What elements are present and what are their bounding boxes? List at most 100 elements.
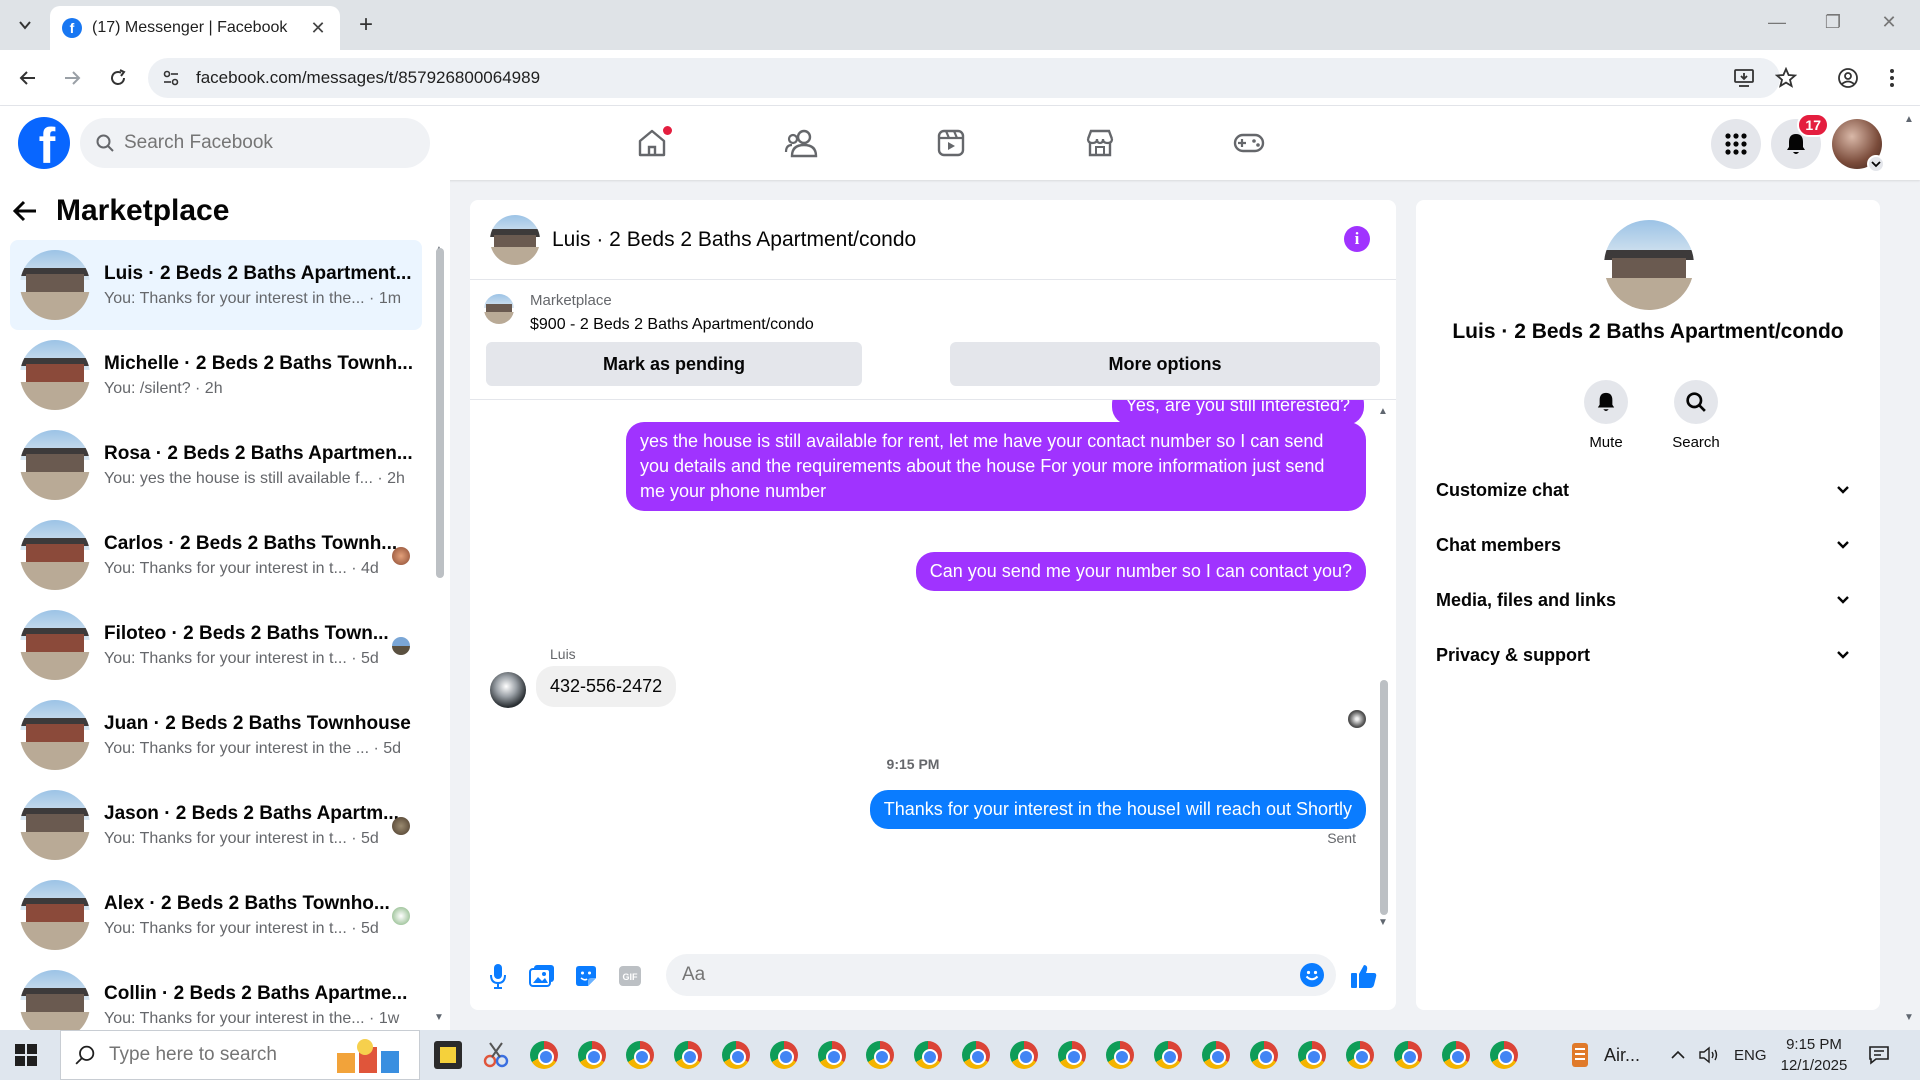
- conversation-item-filoteo[interactable]: Filoteo · 2 Beds 2 Baths Town... You: Tha…: [10, 600, 422, 690]
- chrome-taskbar-icon[interactable]: [530, 1041, 558, 1069]
- message-input-wrapper[interactable]: [666, 954, 1336, 996]
- chrome-taskbar-icon[interactable]: [962, 1041, 990, 1069]
- taskbar-search[interactable]: [60, 1030, 420, 1080]
- section-privacy-support[interactable]: Privacy & support: [1436, 633, 1860, 677]
- restore-icon[interactable]: ❐: [1818, 12, 1848, 33]
- new-tab-button[interactable]: +: [352, 12, 380, 38]
- windows-start-icon[interactable]: [14, 1043, 38, 1067]
- details-listing-photo[interactable]: [1604, 220, 1694, 310]
- nav-gaming[interactable]: [1194, 120, 1304, 166]
- volume-icon[interactable]: [1698, 1030, 1720, 1080]
- back-button[interactable]: [14, 64, 42, 92]
- bookmark-star-icon[interactable]: [1772, 58, 1800, 98]
- conversation-item-alex[interactable]: Alex · 2 Beds 2 Baths Townho... You: Than…: [10, 870, 422, 960]
- nav-video[interactable]: [896, 120, 1006, 166]
- chrome-taskbar-icon[interactable]: [722, 1041, 750, 1069]
- chrome-taskbar-icon[interactable]: [1298, 1041, 1326, 1069]
- scroll-up-arrow-icon[interactable]: ▲: [1378, 406, 1388, 417]
- scroll-down-arrow-icon[interactable]: ▼: [434, 1012, 444, 1023]
- conversation-name: Juan · 2 Beds 2 Baths Townhouse: [104, 712, 411, 734]
- chat-listing-thumbnail[interactable]: [490, 214, 540, 265]
- menu-button[interactable]: [1711, 119, 1761, 169]
- weather-widget[interactable]: Air...: [1568, 1030, 1640, 1080]
- sticker-icon[interactable]: [572, 962, 600, 990]
- search-in-chat-button[interactable]: Search: [1656, 380, 1736, 451]
- conversation-item-juan[interactable]: Juan · 2 Beds 2 Baths Townhouse You: Than…: [10, 690, 422, 780]
- gif-icon[interactable]: GIF: [616, 962, 644, 990]
- nav-marketplace[interactable]: [1045, 120, 1155, 166]
- back-arrow-icon[interactable]: [12, 199, 38, 223]
- notifications-button[interactable]: 17: [1771, 113, 1829, 169]
- section-chat-members[interactable]: Chat members: [1436, 523, 1860, 567]
- sender-avatar[interactable]: [490, 672, 526, 708]
- forward-button[interactable]: [58, 64, 86, 92]
- chat-scrollbar[interactable]: [1380, 680, 1388, 915]
- chrome-taskbar-icon[interactable]: [1394, 1041, 1422, 1069]
- page-scroll-up-arrow-icon[interactable]: ▲: [1904, 114, 1914, 125]
- taskbar-clock[interactable]: 9:15 PM 12/1/2025: [1774, 1034, 1854, 1076]
- chrome-taskbar-icon[interactable]: [1106, 1041, 1134, 1069]
- chrome-taskbar-icon[interactable]: [1490, 1041, 1518, 1069]
- close-window-icon[interactable]: ✕: [1874, 12, 1904, 33]
- site-info-icon[interactable]: [162, 69, 180, 87]
- account-chevron-down-icon[interactable]: [1867, 155, 1885, 173]
- tab-close-icon[interactable]: ✕: [308, 18, 328, 39]
- more-options-button[interactable]: More options: [950, 342, 1380, 386]
- minimize-icon[interactable]: —: [1762, 12, 1792, 33]
- profile-icon[interactable]: [1834, 58, 1862, 98]
- info-icon[interactable]: i: [1344, 226, 1370, 252]
- conversation-item-collin[interactable]: Collin · 2 Beds 2 Baths Apartme... You: T…: [10, 960, 422, 1030]
- conversation-item-carlos[interactable]: Carlos · 2 Beds 2 Baths Townh... You: Tha…: [10, 510, 422, 600]
- section-customize-chat[interactable]: Customize chat: [1436, 468, 1860, 512]
- chrome-taskbar-icon[interactable]: [770, 1041, 798, 1069]
- facebook-logo-icon[interactable]: f: [18, 117, 70, 169]
- chrome-taskbar-icon[interactable]: [1058, 1041, 1086, 1069]
- chrome-taskbar-icon[interactable]: [1154, 1041, 1182, 1069]
- conversation-item-luis[interactable]: Luis · 2 Beds 2 Baths Apartment... You: T…: [10, 240, 422, 330]
- conversation-item-rosa[interactable]: Rosa · 2 Beds 2 Baths Apartmen... You: ye…: [10, 420, 422, 510]
- emoji-icon[interactable]: [1300, 963, 1324, 987]
- sidebar-scrollbar[interactable]: [436, 248, 444, 578]
- tab-search-button[interactable]: [10, 10, 40, 40]
- mark-as-pending-button[interactable]: Mark as pending: [486, 342, 862, 386]
- chrome-taskbar-icon[interactable]: [1346, 1041, 1374, 1069]
- chrome-taskbar-icon[interactable]: [818, 1041, 846, 1069]
- listing-price-title[interactable]: $900 - 2 Beds 2 Baths Apartment/condo: [530, 316, 814, 334]
- chrome-taskbar-icon[interactable]: [626, 1041, 654, 1069]
- language-indicator[interactable]: ENG: [1734, 1030, 1767, 1080]
- mute-button[interactable]: Mute: [1566, 380, 1646, 451]
- browser-tab-messenger[interactable]: f (17) Messenger | Facebook ✕: [50, 6, 340, 50]
- page-scroll-down-arrow-icon[interactable]: ▼: [1904, 1012, 1914, 1023]
- like-thumb-icon[interactable]: [1350, 962, 1378, 990]
- section-media-files-links[interactable]: Media, files and links: [1436, 578, 1860, 622]
- microphone-icon[interactable]: [484, 962, 512, 990]
- scroll-down-arrow-icon[interactable]: ▼: [1378, 917, 1388, 928]
- conversation-item-michelle[interactable]: Michelle · 2 Beds 2 Baths Townh... You: /…: [10, 330, 422, 420]
- facebook-search-input[interactable]: [124, 132, 404, 154]
- browser-menu-icon[interactable]: [1878, 58, 1906, 98]
- install-app-icon[interactable]: [1730, 58, 1758, 98]
- conversation-item-jason[interactable]: Jason · 2 Beds 2 Baths Apartm... You: Tha…: [10, 780, 422, 870]
- chrome-taskbar-icon[interactable]: [1010, 1041, 1038, 1069]
- reload-button[interactable]: [104, 64, 132, 92]
- sticky-notes-icon[interactable]: [434, 1041, 462, 1069]
- nav-home[interactable]: [597, 120, 707, 166]
- chat-title[interactable]: Luis · 2 Beds 2 Baths Apartment/condo: [552, 228, 916, 252]
- facebook-search[interactable]: [80, 118, 430, 168]
- photo-icon[interactable]: [528, 962, 556, 990]
- chrome-taskbar-icon[interactable]: [1250, 1041, 1278, 1069]
- snipping-tool-icon[interactable]: [482, 1041, 510, 1069]
- chrome-taskbar-icon[interactable]: [1442, 1041, 1470, 1069]
- show-hidden-icons-chevron-up-icon[interactable]: [1670, 1030, 1686, 1080]
- listing-thumbnail[interactable]: [484, 294, 514, 324]
- message-input[interactable]: [682, 964, 1242, 986]
- chrome-taskbar-icon[interactable]: [914, 1041, 942, 1069]
- chrome-taskbar-icon[interactable]: [578, 1041, 606, 1069]
- address-bar[interactable]: facebook.com/messages/t/857926800064989: [148, 58, 1780, 98]
- chrome-taskbar-icon[interactable]: [674, 1041, 702, 1069]
- nav-friends[interactable]: [746, 120, 856, 166]
- chrome-taskbar-icon[interactable]: [1202, 1041, 1230, 1069]
- notification-center-icon[interactable]: [1868, 1030, 1890, 1080]
- taskbar-search-input[interactable]: [109, 1044, 309, 1066]
- chrome-taskbar-icon[interactable]: [866, 1041, 894, 1069]
